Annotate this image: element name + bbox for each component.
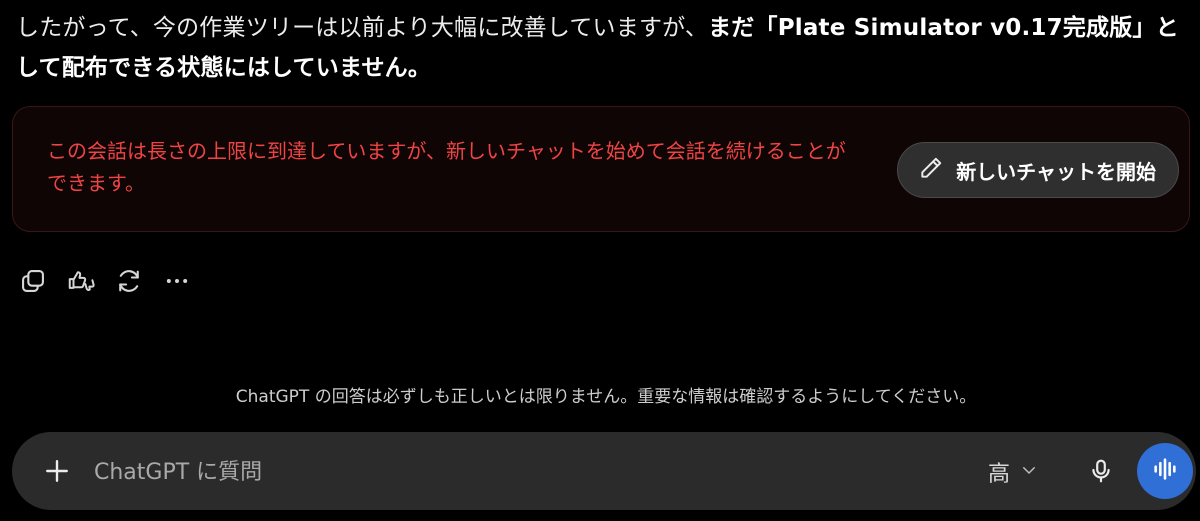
regenerate-icon[interactable] [110, 264, 148, 298]
composer: 高 [12, 432, 1196, 510]
model-selector[interactable]: 高 [988, 452, 1038, 492]
plus-icon[interactable] [36, 450, 78, 492]
limit-notice-text: この会話は長さの上限に到達していますが、新しいチャットを始めて会話を続けることが… [47, 139, 846, 195]
conversation-limit-notice: この会話は長さの上限に到達していますが、新しいチャットを始めて会話を続けることが… [12, 106, 1190, 232]
chevron-down-icon [1020, 461, 1038, 483]
pencil-icon [918, 155, 944, 185]
message-actions [14, 264, 196, 298]
waveform-icon [1151, 455, 1179, 487]
model-selector-label: 高 [988, 462, 1011, 487]
more-icon[interactable] [158, 264, 196, 298]
assistant-message: したがって、今の作業ツリーは以前より大幅に改善していますが、まだ「Plate S… [16, 8, 1191, 88]
copy-icon[interactable] [14, 264, 52, 298]
new-chat-button-label: 新しいチャットを開始 [956, 159, 1156, 184]
prompt-input[interactable] [92, 450, 916, 494]
new-chat-button[interactable]: 新しいチャットを開始 [897, 142, 1179, 198]
chat-page: したがって、今の作業ツリーは以前より大幅に改善していますが、まだ「Plate S… [0, 0, 1200, 521]
message-text: したがって、今の作業ツリーは以前より大幅に改善していますが、 [16, 15, 709, 41]
disclaimer-text: ChatGPT の回答は必ずしも正しいとは限りません。重要な情報は確認するように… [235, 387, 977, 407]
voice-mode-button[interactable] [1137, 443, 1193, 499]
microphone-icon[interactable] [1080, 450, 1122, 492]
thumbs-up-down-icon[interactable] [62, 264, 100, 298]
